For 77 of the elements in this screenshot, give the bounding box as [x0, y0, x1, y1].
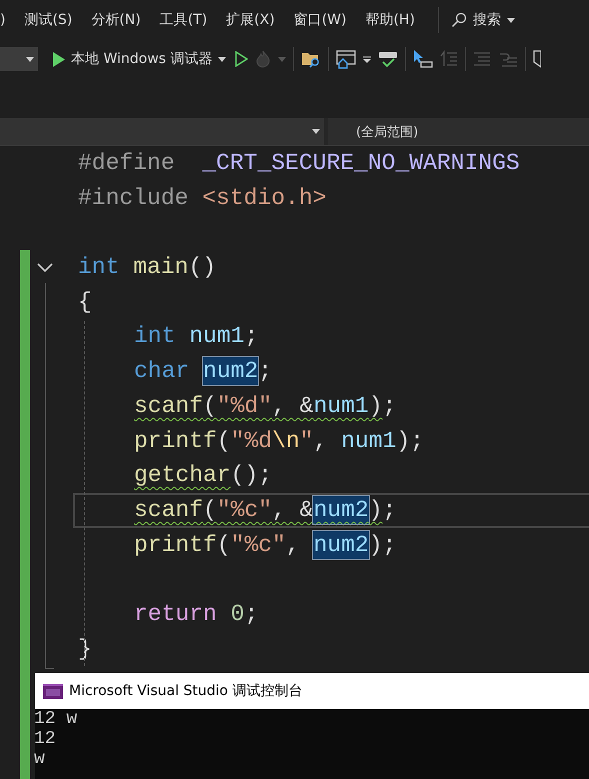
scope-dropdown[interactable]: (全局范围) [328, 118, 418, 145]
function-name: main [133, 253, 188, 282]
code-text: , & [272, 392, 314, 420]
code-text: ) [368, 392, 382, 420]
function-name: printf [134, 530, 217, 559]
caret-icon [26, 56, 34, 62]
folder-search-icon[interactable] [301, 50, 322, 68]
string-literal: "%d" [216, 392, 272, 420]
menu-item[interactable]: 测试(S) [24, 11, 82, 29]
caret-icon [312, 129, 320, 134]
keyword-text: int [78, 253, 120, 282]
code-text: ); [368, 530, 396, 559]
string-literal: " [300, 426, 314, 454]
code-text: ( [216, 530, 231, 559]
variable-name: num2 [313, 530, 369, 559]
macro-name: _CRT_SECURE_NO_WARNINGS [202, 149, 520, 177]
start-debugging-button[interactable]: 本地 Windows 调试器 [45, 50, 228, 68]
function-name: getchar [134, 461, 231, 490]
code-text: () [188, 253, 216, 282]
code-text: ; [258, 357, 272, 386]
menu-item[interactable]: 窗口(W) [294, 11, 356, 29]
variable-name: num2 [203, 357, 258, 386]
code-text: ); [396, 426, 424, 454]
caret-icon [218, 56, 226, 62]
code-text: ; [244, 600, 258, 628]
window-home-icon[interactable] [336, 50, 356, 68]
menu-item[interactable]: ) [0, 12, 14, 28]
code-text: (); [230, 461, 272, 490]
caret-icon [506, 18, 515, 22]
code-text: ( [203, 392, 217, 420]
code-text: ; [244, 322, 258, 350]
variable-name: num1 [313, 392, 369, 420]
console-title: Microsoft Visual Studio 调试控制台 [69, 682, 302, 700]
console-output: 12 w [34, 709, 78, 729]
search-icon [450, 12, 467, 28]
keyword-text: int [134, 322, 176, 350]
string-literal: "%c" [230, 530, 286, 559]
code-text: ; [382, 496, 396, 524]
menu-item[interactable]: 帮助(H) [365, 11, 424, 29]
number-literal: 0 [230, 600, 244, 628]
code-text: ( [203, 496, 217, 524]
console-output: w [34, 749, 46, 769]
code-text: ; [382, 392, 396, 420]
keyword-text: char [134, 357, 190, 386]
code-text: { [78, 288, 92, 316]
string-literal: <stdio.h> [202, 184, 326, 212]
menu-item[interactable]: 扩展(X) [226, 11, 284, 29]
menu-item[interactable]: 分析(N) [91, 11, 150, 29]
string-literal: "%d [230, 426, 272, 454]
code-text: ) [368, 496, 382, 524]
function-name: scanf [134, 392, 204, 420]
variable-name: num2 [313, 496, 369, 524]
spell-check-icon[interactable] [378, 50, 398, 68]
code-text: , [313, 426, 328, 454]
keyword-text: return [134, 600, 218, 628]
search-button[interactable]: 搜索 [450, 11, 515, 29]
cursor-icon[interactable] [413, 49, 434, 69]
code-text: ( [216, 426, 231, 454]
variable-name: num1 [341, 426, 396, 454]
string-literal: "%c" [216, 496, 272, 524]
bookmark-icon[interactable] [533, 50, 542, 68]
variable-name: num1 [189, 322, 244, 350]
code-text: , & [272, 496, 314, 524]
function-name: scanf [134, 496, 204, 524]
configuration-dropdown[interactable] [0, 47, 38, 71]
console-app-icon [43, 684, 63, 698]
collapse-chevron-icon[interactable] [37, 263, 53, 274]
escape-sequence: \n [272, 426, 300, 454]
function-name: printf [134, 426, 217, 454]
play-outline-icon[interactable] [235, 51, 248, 67]
caret-icon[interactable] [363, 56, 372, 62]
play-icon [53, 52, 65, 66]
console-output: 12 [34, 729, 57, 749]
code-text: , [286, 530, 301, 559]
preprocessor-directive: #include [78, 184, 190, 212]
preprocessor-directive: #define [78, 149, 176, 177]
menu-item[interactable]: 工具(T) [160, 11, 216, 29]
